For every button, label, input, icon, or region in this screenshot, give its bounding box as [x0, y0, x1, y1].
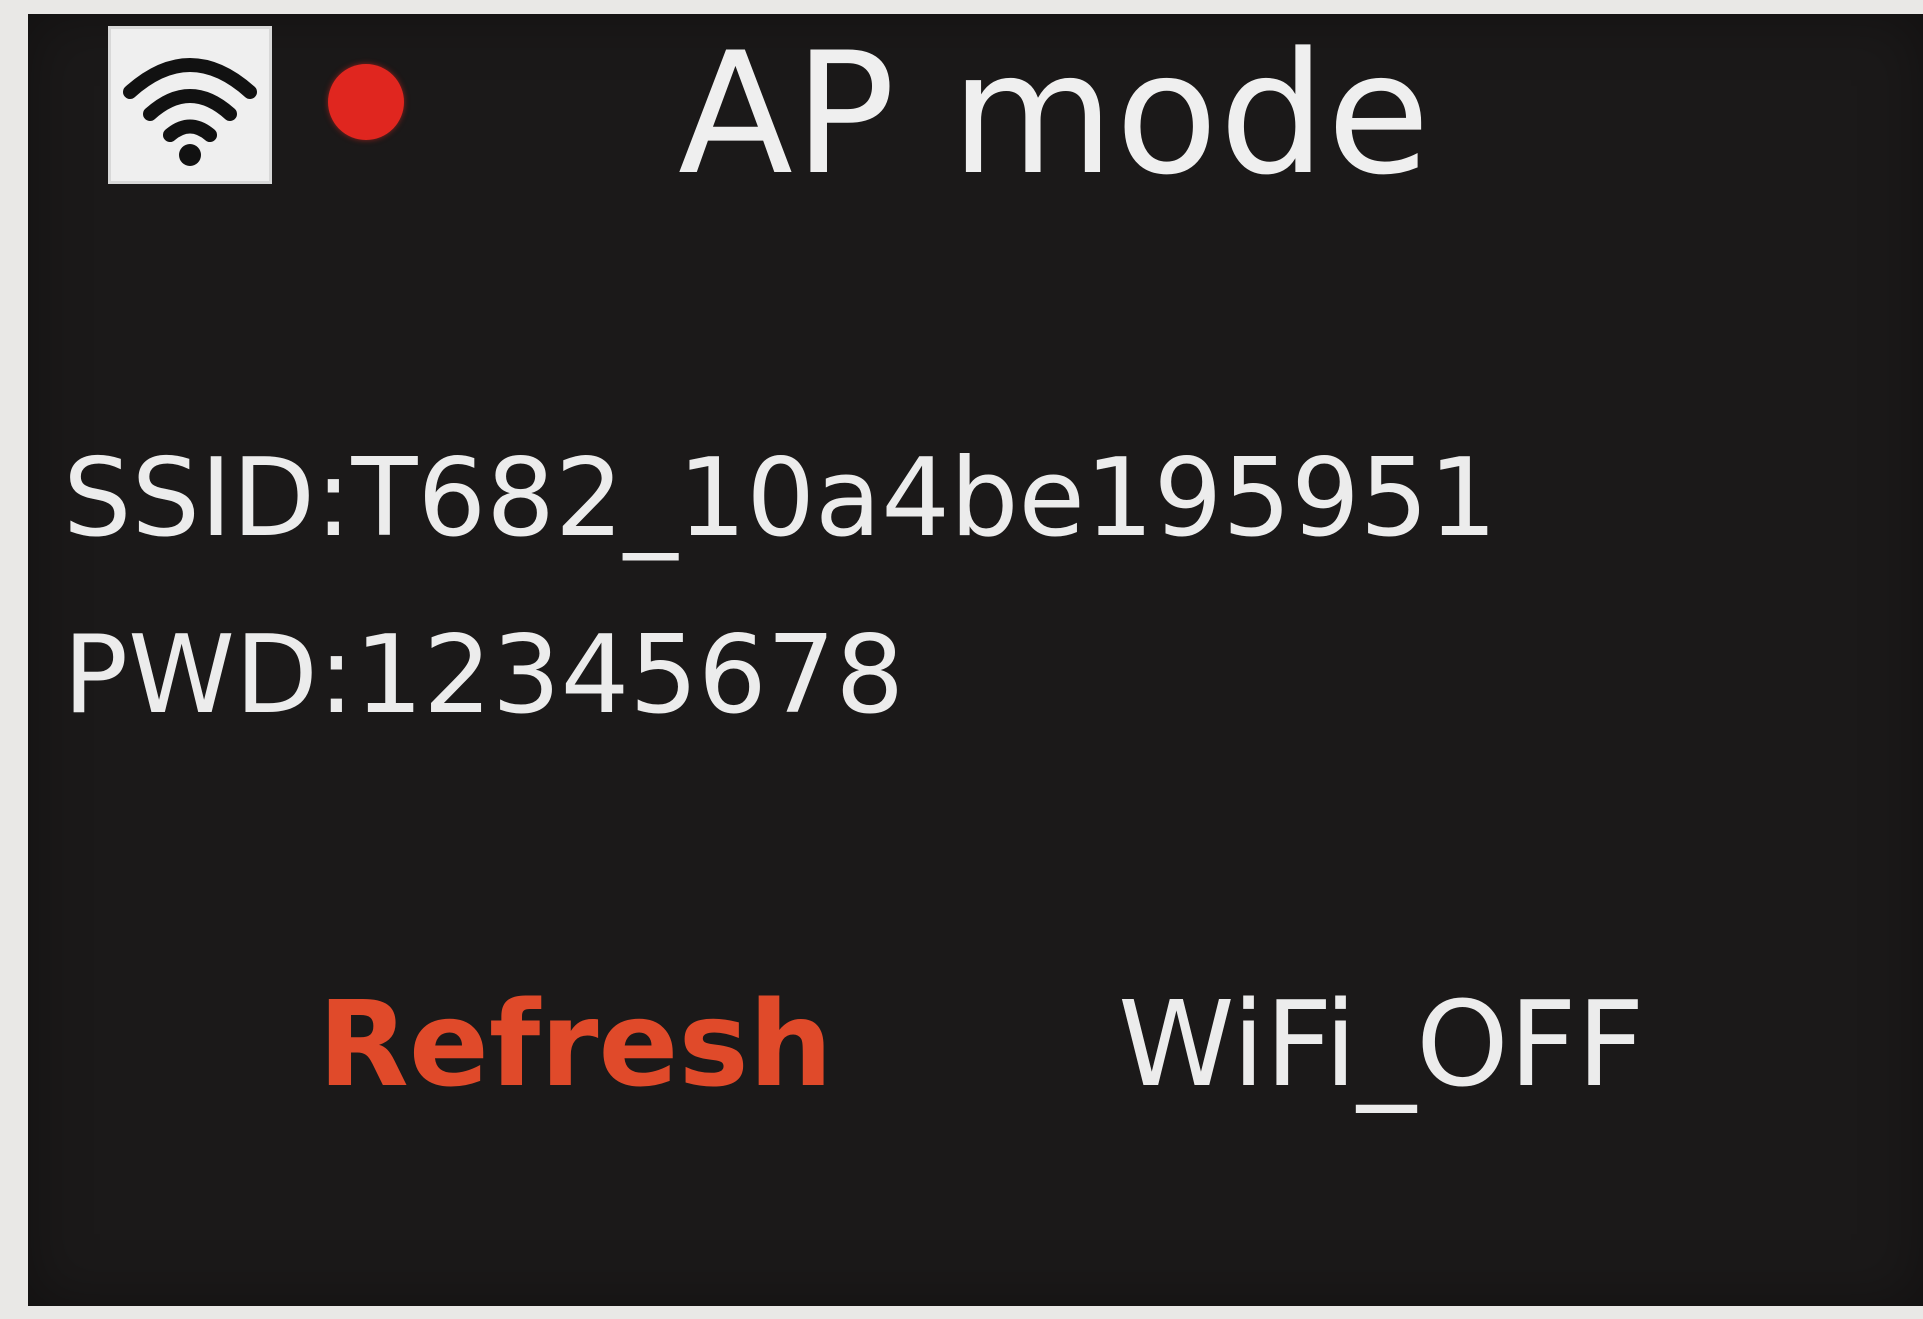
wifi-icon — [123, 58, 257, 166]
refresh-button[interactable]: Refresh — [318, 974, 833, 1114]
ssid-label: SSID:T682_10a4be195951 — [63, 436, 1498, 561]
device-screen: AP mode SSID:T682_10a4be195951 PWD:12345… — [28, 14, 1923, 1306]
page-title: AP mode — [678, 16, 1432, 212]
password-label: PWD:12345678 — [63, 613, 905, 738]
wifi-off-button[interactable]: WiFi_OFF — [1118, 974, 1645, 1114]
status-dot — [328, 64, 404, 140]
wifi-status-indicator — [108, 26, 272, 184]
